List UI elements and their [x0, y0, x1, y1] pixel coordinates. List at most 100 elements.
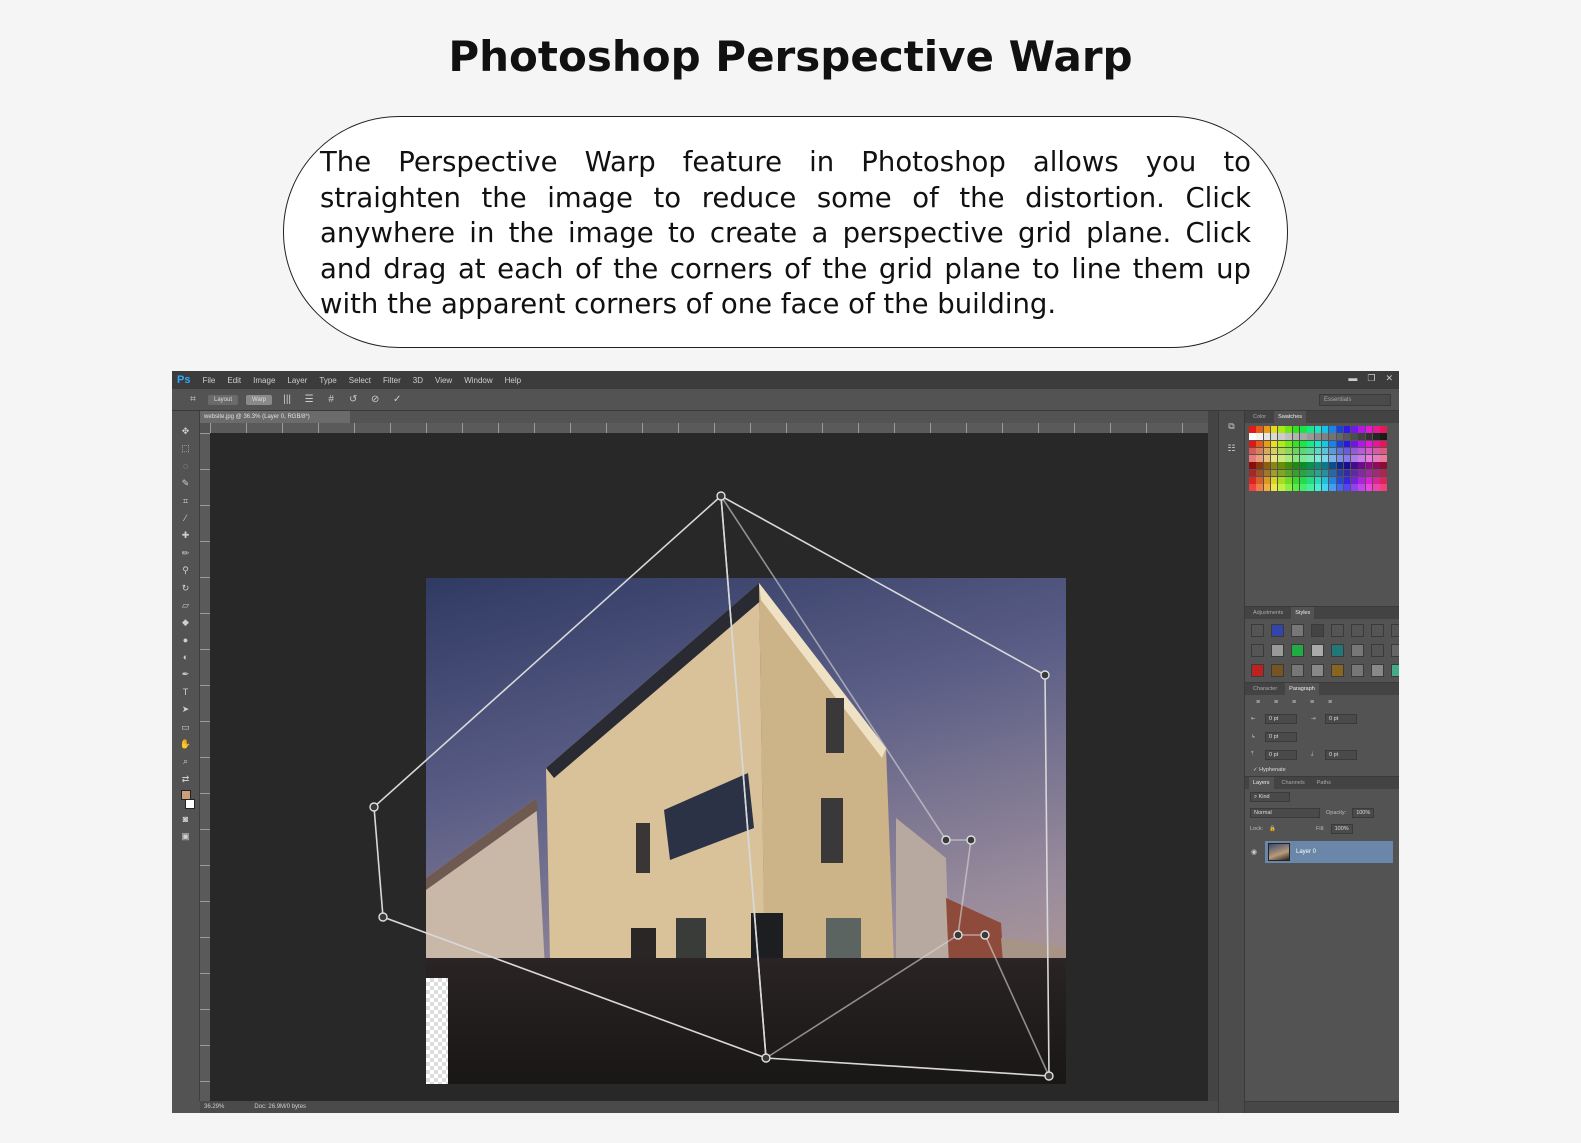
- color-swatch[interactable]: [1343, 455, 1351, 462]
- color-swatch[interactable]: [1285, 469, 1292, 477]
- vertical-straighten-icon[interactable]: |||: [280, 394, 294, 405]
- color-swatch[interactable]: [1351, 477, 1358, 484]
- zoom-tool-icon[interactable]: ⌕: [178, 755, 194, 768]
- color-swatch[interactable]: [1307, 484, 1314, 491]
- eyedropper-tool-icon[interactable]: ⁄: [178, 512, 194, 525]
- color-swatch[interactable]: [1278, 469, 1285, 477]
- color-swatch[interactable]: [1278, 440, 1285, 448]
- color-swatch[interactable]: [1249, 477, 1256, 484]
- color-swatch[interactable]: [1380, 433, 1387, 440]
- color-swatch[interactable]: [1292, 455, 1300, 462]
- brush-tool-icon[interactable]: ✏: [178, 547, 194, 560]
- color-swatch[interactable]: [1329, 440, 1336, 448]
- color-swatch[interactable]: [1358, 469, 1365, 477]
- color-swatch[interactable]: [1336, 433, 1344, 440]
- first-line-field[interactable]: 0 pt: [1265, 731, 1297, 742]
- color-swatch[interactable]: [1300, 455, 1307, 462]
- color-swatch[interactable]: [1343, 440, 1351, 448]
- style-swatch[interactable]: [1331, 663, 1344, 677]
- color-swatch[interactable]: [1300, 447, 1307, 455]
- color-swatch[interactable]: [1263, 426, 1271, 433]
- tab-swatches[interactable]: Swatches: [1274, 411, 1307, 423]
- menu-type[interactable]: Type: [313, 376, 342, 385]
- color-swatch[interactable]: [1380, 462, 1387, 469]
- style-swatch[interactable]: [1271, 643, 1284, 657]
- style-swatch[interactable]: [1331, 643, 1344, 657]
- menu-layer[interactable]: Layer: [281, 376, 313, 385]
- tab-channels[interactable]: Channels: [1278, 777, 1309, 789]
- color-swatch[interactable]: [1292, 469, 1300, 477]
- style-swatch[interactable]: [1351, 643, 1364, 657]
- color-swatch[interactable]: [1336, 440, 1344, 448]
- color-swatch[interactable]: [1300, 477, 1307, 484]
- color-swatch[interactable]: [1256, 440, 1263, 448]
- color-swatch[interactable]: [1249, 462, 1256, 469]
- color-swatch[interactable]: [1256, 433, 1263, 440]
- color-swatch[interactable]: [1300, 462, 1307, 469]
- color-swatch[interactable]: [1263, 447, 1271, 455]
- color-swatch[interactable]: [1336, 455, 1344, 462]
- color-swatch[interactable]: [1373, 484, 1380, 491]
- color-swatch[interactable]: [1285, 433, 1292, 440]
- minimize-icon[interactable]: ▬: [1348, 373, 1357, 384]
- color-swatch[interactable]: [1329, 455, 1336, 462]
- color-swatch[interactable]: [1292, 462, 1300, 469]
- color-swatch[interactable]: [1380, 447, 1387, 455]
- background-color-swatch[interactable]: [184, 798, 195, 809]
- color-swatch[interactable]: [1314, 484, 1322, 491]
- color-swatch[interactable]: [1380, 469, 1387, 477]
- color-swatch[interactable]: [1358, 426, 1365, 433]
- color-swatch[interactable]: [1270, 440, 1278, 448]
- color-swatch[interactable]: [1373, 469, 1380, 477]
- history-brush-icon[interactable]: ↻: [178, 582, 194, 595]
- menu-window[interactable]: Window: [458, 376, 498, 385]
- move-tool-icon[interactable]: ✥: [178, 425, 194, 438]
- menu-3d[interactable]: 3D: [407, 376, 429, 385]
- fill-field[interactable]: 100%: [1330, 823, 1353, 834]
- color-swatch[interactable]: [1270, 462, 1278, 469]
- tab-character[interactable]: Character: [1249, 683, 1281, 695]
- color-swatch[interactable]: [1270, 455, 1278, 462]
- dodge-tool-icon[interactable]: ◐: [178, 651, 194, 664]
- color-swatch[interactable]: [1292, 484, 1300, 491]
- color-swatch[interactable]: [1321, 484, 1329, 491]
- path-select-icon[interactable]: ➤: [178, 703, 194, 716]
- style-swatch[interactable]: [1251, 623, 1264, 637]
- color-swatch[interactable]: [1263, 455, 1271, 462]
- style-swatch[interactable]: [1291, 623, 1304, 637]
- color-swatch[interactable]: [1270, 447, 1278, 455]
- horizontal-straighten-icon[interactable]: ☰: [302, 394, 316, 405]
- tab-adjustments[interactable]: Adjustments: [1249, 607, 1287, 619]
- color-swatch[interactable]: [1365, 433, 1373, 440]
- color-swatch[interactable]: [1380, 455, 1387, 462]
- color-swatch[interactable]: [1365, 484, 1373, 491]
- color-swatch[interactable]: [1263, 433, 1271, 440]
- color-swatch[interactable]: [1373, 462, 1380, 469]
- color-swatch[interactable]: [1292, 433, 1300, 440]
- restore-icon[interactable]: ❐: [1367, 373, 1375, 384]
- style-swatch[interactable]: [1351, 663, 1364, 677]
- document-tab[interactable]: website.jpg @ 36.3% (Layer 0, RGB/8*): [200, 411, 350, 423]
- color-swatch[interactable]: [1380, 440, 1387, 448]
- color-swatch[interactable]: [1314, 462, 1322, 469]
- color-swatch[interactable]: [1380, 477, 1387, 484]
- color-swatch[interactable]: [1307, 455, 1314, 462]
- color-swatch[interactable]: [1249, 469, 1256, 477]
- color-swatch[interactable]: [1336, 462, 1344, 469]
- menu-filter[interactable]: Filter: [377, 376, 407, 385]
- color-swatch[interactable]: [1307, 426, 1314, 433]
- indent-left-field[interactable]: 0 pt: [1265, 713, 1297, 724]
- color-swatch[interactable]: [1373, 433, 1380, 440]
- menu-file[interactable]: File: [196, 376, 221, 385]
- color-swatch[interactable]: [1365, 462, 1373, 469]
- layer-row[interactable]: Layer 0: [1265, 840, 1393, 863]
- color-swatch[interactable]: [1285, 426, 1292, 433]
- hand-tool-icon[interactable]: ✋: [178, 738, 194, 751]
- zoom-level[interactable]: 36.29%: [204, 1101, 224, 1113]
- canvas-area[interactable]: [210, 433, 1218, 1101]
- color-swatch[interactable]: [1351, 484, 1358, 491]
- lock-icon[interactable]: 🔒: [1269, 826, 1276, 832]
- color-swatch[interactable]: [1278, 433, 1285, 440]
- color-swatch[interactable]: [1343, 484, 1351, 491]
- color-swatch[interactable]: [1351, 469, 1358, 477]
